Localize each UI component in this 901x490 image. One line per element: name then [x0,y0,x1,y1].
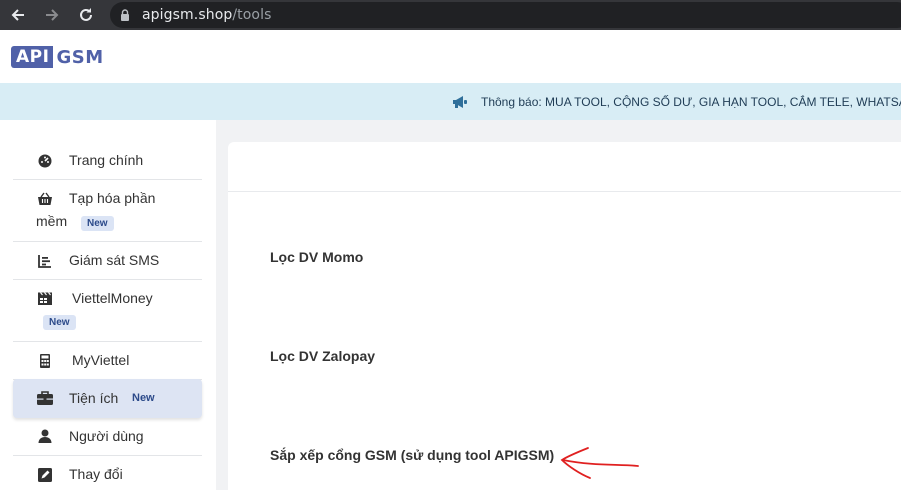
tool-momo-filter[interactable]: Lọc DV Momo [270,249,363,265]
sidebar-item-utilities[interactable]: Tiện ích New [13,379,202,418]
browser-toolbar: apigsm.shop/tools [0,0,901,30]
back-arrow-icon [11,9,24,21]
sidebar-item-home[interactable]: Trang chính [13,142,202,180]
sidebar-item-label: Thay đổi [69,466,123,482]
lock-icon [120,9,130,21]
tool-gsm-port-sort[interactable]: Sắp xếp cổng GSM (sử dụng tool APIGSM) [270,447,554,463]
sidebar-item-users[interactable]: Người dùng [13,418,202,456]
sidebar-item-label: Tạp hóa phần [69,190,156,206]
tool-zalopay-filter[interactable]: Lọc DV Zalopay [270,348,375,364]
sidebar-item-change[interactable]: Thay đổi [13,456,202,490]
basket-icon [38,192,52,206]
url-text: apigsm.shop/tools [142,7,271,23]
new-badge: New [81,216,114,231]
address-bar[interactable]: apigsm.shop/tools [110,2,901,28]
sidebar-item-myviettel[interactable]: MyViettel [13,342,202,380]
user-icon [38,429,52,443]
forward-arrow-icon [46,9,59,21]
sidebar-item-label: Giám sát SMS [69,252,160,268]
sidebar-item-label: Tiện ích [69,390,119,406]
app-header: API GSM [0,30,901,83]
annotation-arrow-icon [560,447,639,479]
sidebar-item-label-line2: mềm [36,213,68,229]
reload-icon [80,8,92,21]
calculator-icon [38,354,52,368]
reload-button[interactable] [76,5,96,25]
sidebar: Trang chính Tạp hóa phần mềm New Giám sá… [0,120,216,490]
logo[interactable]: API GSM [11,46,104,68]
notice-bar: Thông báo: MUA TOOL, CỘNG SỐ DƯ, GIA HẠN… [0,83,901,120]
tools-card: Lọc DV Momo Lọc DV Zalopay Sắp xếp cổng … [228,142,901,490]
new-badge: New [43,315,76,330]
sidebar-item-label: ViettelMoney [72,290,153,306]
sidebar-item-label: Trang chính [69,152,144,168]
new-badge: New [132,392,155,404]
card-header [228,142,901,192]
sidebar-item-software-store[interactable]: Tạp hóa phần mềm New [13,180,202,242]
toolbox-icon [37,391,53,405]
forward-button[interactable] [42,5,62,25]
notice-text: Thông báo: MUA TOOL, CỘNG SỐ DƯ, GIA HẠN… [481,94,901,109]
megaphone-icon [452,95,468,109]
logo-api-text: API [11,46,54,68]
sidebar-item-label: Người dùng [69,428,144,444]
chart-icon [38,254,52,268]
sidebar-item-sms-monitor[interactable]: Giám sát SMS [13,242,202,280]
dashboard-icon [38,154,52,168]
back-button[interactable] [8,5,28,25]
sidebar-item-label: MyViettel [72,352,130,368]
url-domain: apigsm.shop [142,7,233,23]
sidebar-item-viettelmoney[interactable]: ViettelMoney New [13,280,202,342]
film-icon [38,292,52,306]
url-path: /tools [232,7,272,23]
logo-gsm-text: GSM [56,46,104,68]
edit-icon [38,468,52,482]
